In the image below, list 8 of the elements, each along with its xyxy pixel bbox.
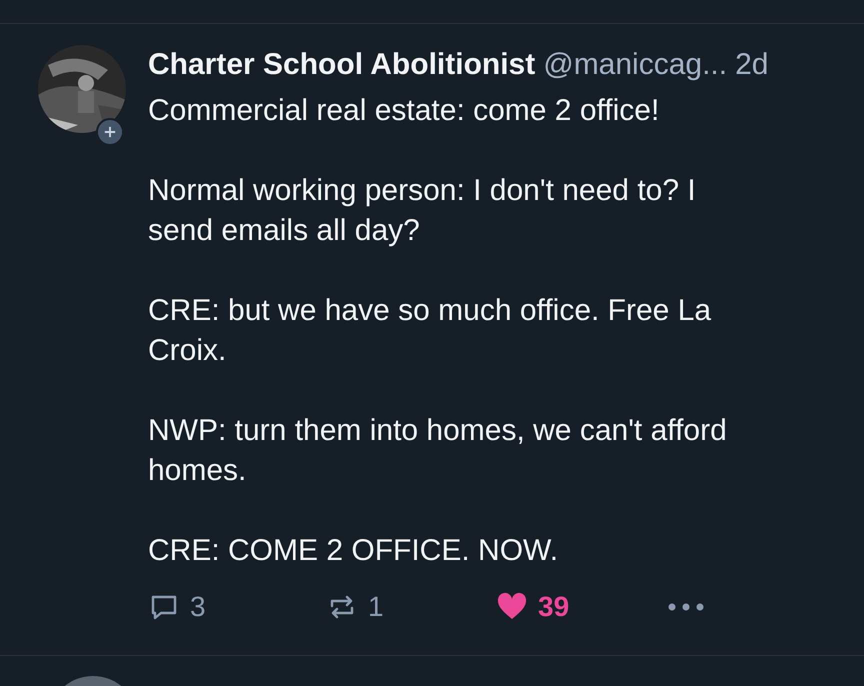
like-button[interactable]: 39: [496, 591, 666, 623]
more-options-icon[interactable]: [666, 601, 706, 613]
author-handle[interactable]: @maniccag...: [543, 45, 728, 85]
post-text: Commercial real estate: come 2 office! Normal working person: I don't need to? I send emails all day? CRE: but we have so much office. Free La Croix. NWP: turn them into homes, we can't afford homes. CRE: COME 2 OFFICE. NOW.: [148, 93, 728, 569]
reply-button[interactable]: 3: [148, 591, 326, 623]
repost-button[interactable]: 1: [326, 591, 496, 623]
post-time: 2d: [735, 47, 768, 83]
author-name[interactable]: Charter School Abolitionist: [148, 45, 536, 85]
